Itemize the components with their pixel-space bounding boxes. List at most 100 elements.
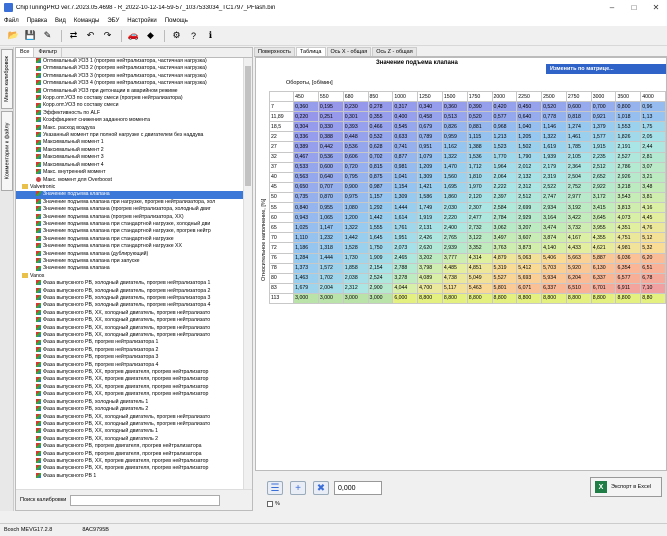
tab-3[interactable]: Ось Z - общая [372,47,417,56]
table-cell[interactable]: 1,110 [293,232,319,244]
table-cell[interactable]: 1,444 [317,252,344,264]
search-input[interactable] [70,494,221,506]
table-cell[interactable]: 8,80 [640,292,666,304]
tree-item[interactable]: Фаза выпускного РВ, холодный двигатель 2 [16,406,244,413]
table-cell[interactable]: 0,536 [317,151,344,163]
table-cell[interactable]: 6,577 [615,272,642,284]
tree-item[interactable]: Макс. внутренний момент [16,169,244,176]
table-cell[interactable]: 3,874 [541,232,567,244]
tree-item[interactable]: Значение подъема клапана [16,191,244,199]
table-cell[interactable]: 2,004 [317,282,344,294]
table-cell[interactable]: 8,800 [441,292,468,304]
table-cell[interactable]: 2,922 [590,181,617,193]
value-input[interactable]: 0,000 [334,481,382,495]
table-cell[interactable]: 3,81 [640,191,666,204]
table-cell[interactable]: 5,703 [541,262,567,274]
tree-item[interactable]: Максимальный момент 1 [16,139,244,146]
table-cell[interactable]: 2,312 [342,282,369,294]
table-cell[interactable]: 3,062 [491,222,518,234]
table-cell[interactable]: 1,041 [392,171,419,183]
scroll-thumb[interactable] [245,66,251,186]
table-cell[interactable]: 1,939 [541,151,567,163]
table-cell[interactable]: 0,875 [367,171,394,183]
table-cell[interactable]: 0,881 [466,121,493,133]
tree-item[interactable]: Корр.опт.УОЗ по составу смеси (прогрев н… [16,95,244,102]
table-cell[interactable]: 0,921 [590,111,617,123]
table-cell[interactable]: 1,470 [441,161,468,173]
table-cell[interactable]: 0,840 [293,202,319,214]
tree-item[interactable]: Максимальный момент 4 [16,162,244,169]
table-cell[interactable]: 3,645 [590,212,617,224]
table-cell[interactable]: 8,800 [466,292,493,304]
table-cell[interactable]: 3,000 [293,292,319,304]
table-cell[interactable]: 3,278 [392,272,419,284]
table-cell[interactable]: 2,131 [417,222,443,234]
table-cell[interactable]: 4,073 [615,212,642,224]
table-cell[interactable]: 3,955 [590,222,617,234]
table-cell[interactable]: 6,337 [590,272,617,284]
table-cell[interactable]: 3,798 [417,262,443,274]
table-cell[interactable]: 0,600 [565,101,592,113]
change-by-matrix-button[interactable]: Изменить по матрице... [546,64,666,74]
table-cell[interactable]: 2,222 [491,181,518,193]
table-cell[interactable]: 1,186 [293,242,319,254]
table-cell[interactable]: 6,130 [590,262,617,274]
table-cell[interactable]: 1,577 [590,131,617,143]
tree-item[interactable]: Фаза выпускного РВ, прогрев двигателя, п… [16,443,244,450]
table-cell[interactable]: 3,172 [590,191,617,204]
table-cell[interactable]: 0,330 [317,121,344,133]
table-cell[interactable]: 2,400 [441,222,468,234]
table-cell[interactable]: 1,309 [392,191,419,204]
table-cell[interactable]: 2,765 [441,232,468,244]
table-cell[interactable]: 5,887 [590,252,617,264]
table-cell[interactable]: 1,560 [441,171,468,183]
table-cell[interactable]: 1,018 [615,111,642,123]
table-cell[interactable]: 0,545 [392,121,419,133]
table-cell[interactable]: 0,640 [516,111,543,123]
table-cell[interactable]: 0,389 [293,141,319,153]
table-cell[interactable]: 2,105 [565,151,592,163]
table-cell[interactable]: 0,577 [491,111,518,123]
tree-item[interactable]: Фаза выпускного РВ, холодный двигатель 1 [16,399,244,406]
table-cell[interactable]: 0,442 [317,141,344,153]
table-cell[interactable]: 8,800 [417,292,443,304]
table-cell[interactable]: 1,555 [367,222,394,234]
table-cell[interactable]: 3,218 [615,181,642,193]
table-cell[interactable]: 1,322 [342,222,369,234]
table-cell[interactable]: 3,607 [516,232,543,244]
table-cell[interactable]: 2,524 [367,272,394,284]
table-cell[interactable]: 6,78 [640,272,666,284]
table-cell[interactable]: 1,318 [317,242,344,254]
table-cell[interactable]: 1,770 [491,151,518,163]
table-cell[interactable]: 0,393 [342,121,369,133]
table-cell[interactable]: 5,693 [516,272,543,284]
table-cell[interactable]: 1,679 [293,282,319,294]
table-cell[interactable]: 4,355 [590,232,617,244]
tree-item[interactable]: Фаза выпускного РВ, прогрев нейтрализато… [16,339,244,346]
table-cell[interactable]: 0,968 [491,121,518,133]
tree-item[interactable]: Фаза выпускного РВ, прогрев двигателя, п… [16,451,244,458]
table-cell[interactable]: 2,364 [565,161,592,173]
table-cell[interactable]: 1,970 [466,181,493,193]
table-cell[interactable]: 8,800 [565,292,592,304]
table-cell[interactable]: 1,200 [342,212,369,224]
table-cell[interactable]: 3,48 [640,181,666,193]
table-cell[interactable]: 6,701 [590,282,617,294]
table-cell[interactable]: 3,000 [342,292,369,304]
table-cell[interactable]: 2,732 [466,222,493,234]
tree-item[interactable]: Фаза выпускного РВ, прогрев нейтрализато… [16,362,244,369]
equals-button[interactable]: ☰ [267,481,283,495]
table-cell[interactable]: 2,012 [516,161,543,173]
table-cell[interactable]: 1,209 [417,161,443,173]
table-cell[interactable]: 2,307 [466,202,493,214]
table-cell[interactable]: 6,911 [615,282,642,294]
table-cell[interactable]: 1,284 [293,252,319,264]
table-cell[interactable]: 5,801 [491,282,518,294]
table-cell[interactable]: 1,553 [615,121,642,133]
table-cell[interactable]: 0,336 [293,131,319,143]
tree-item[interactable]: Фаза выпускного РВ, XX, холодный двигате… [16,414,244,421]
table-cell[interactable]: 6,510 [565,282,592,294]
tree-item[interactable]: Макс. расход воздуха [16,125,244,132]
table-cell[interactable]: 6,51 [640,262,666,274]
export-excel-button[interactable]: X Экспорт в Excel [590,477,662,497]
